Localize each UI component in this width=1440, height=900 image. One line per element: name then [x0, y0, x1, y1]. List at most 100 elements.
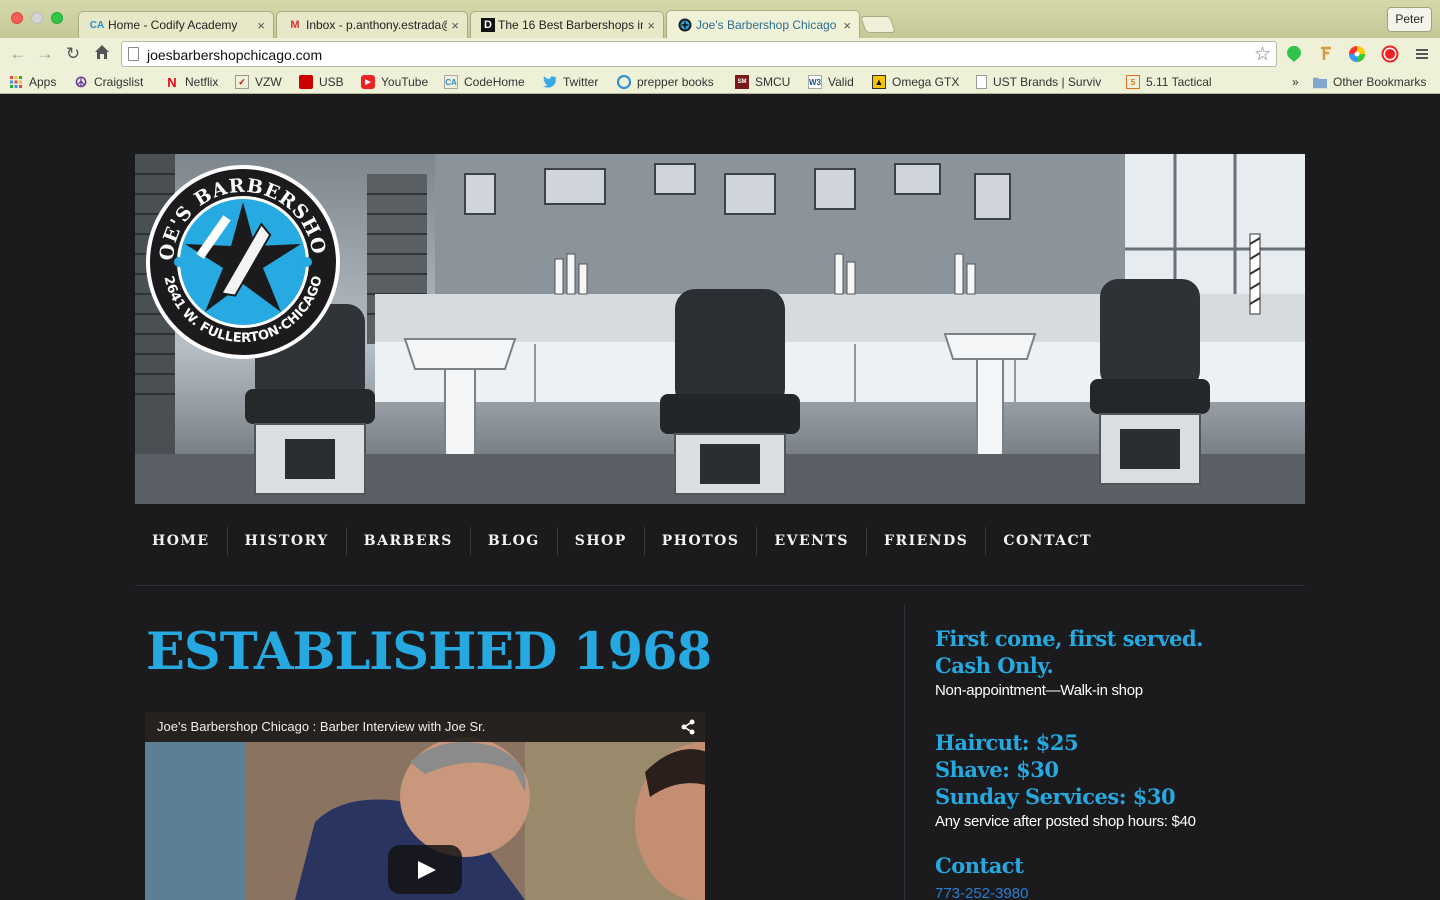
column-divider — [904, 605, 905, 900]
bookmark-omega-gtx[interactable]: ▲ Omega GTX — [872, 74, 959, 90]
bookmarks-overflow-chevron[interactable]: » — [1292, 74, 1299, 90]
adblock-extension-icon[interactable] — [1380, 44, 1400, 64]
bookmark-prepper-books[interactable]: prepper books — [617, 74, 714, 90]
bookmark-label: Netflix — [185, 75, 219, 89]
tab-codify-academy[interactable]: CA Home - Codify Academy × — [78, 11, 274, 38]
bookmark-smcu[interactable]: SM SMCU — [735, 74, 790, 90]
phone-link[interactable]: 773-252-3980 — [935, 885, 1295, 900]
browser-toolbar: ← → ↻ joesbarbershopchicago.com ☆ — [0, 38, 1440, 70]
bookmark-511-tactical[interactable]: 5 5.11 Tactical — [1126, 74, 1212, 90]
peace-icon: ☮ — [74, 73, 88, 90]
other-bookmarks-folder[interactable]: Other Bookmarks — [1313, 74, 1426, 90]
w3-icon: W3 — [808, 75, 822, 89]
tab-close-icon[interactable]: × — [647, 18, 655, 33]
share-icon[interactable] — [679, 718, 697, 736]
bookmark-usb[interactable]: USB — [299, 74, 344, 90]
policy-note: Non-appointment—Walk-in shop — [935, 682, 1143, 699]
bookmark-label: prepper books — [637, 75, 714, 89]
joes-favicon-icon — [677, 18, 693, 32]
reload-icon[interactable]: ↻ — [63, 44, 83, 64]
tab-joes-barbershop[interactable]: Joe's Barbershop Chicago × — [666, 10, 860, 39]
tab-best-barbershops[interactable]: D The 16 Best Barbershops in × — [470, 11, 664, 38]
home-icon[interactable] — [92, 44, 112, 64]
page-content: JOE'S BARBERSHOP 2641 W. FULLERTON·CHICA… — [0, 95, 1440, 900]
page-icon — [128, 47, 139, 61]
tab-close-icon[interactable]: × — [451, 18, 459, 33]
forward-arrow-icon[interactable]: → — [35, 44, 55, 64]
policy-cash-only: Cash Only. — [935, 653, 1054, 678]
bookmark-twitter[interactable]: Twitter — [543, 74, 598, 90]
omega-icon: ▲ — [872, 75, 886, 89]
apps-grid-icon — [9, 75, 23, 89]
bookmark-label: UST Brands | Surviv — [993, 75, 1102, 89]
bookmark-label: CodeHome — [464, 75, 525, 89]
bookmark-label: 5.11 Tactical — [1146, 75, 1212, 89]
nav-contact[interactable]: CONTACT — [986, 527, 1109, 555]
minimize-window-button[interactable] — [31, 12, 43, 24]
after-hours-price: Any service after posted shop hours: $40 — [935, 813, 1196, 830]
bookmark-label: Valid — [828, 75, 854, 89]
chrome-menu-icon[interactable] — [1412, 44, 1432, 64]
contact-heading: Contact — [935, 853, 1024, 878]
sidebar-info: First come, first served. Cash Only. Non… — [935, 625, 1295, 900]
bookmark-youtube[interactable]: ▶ YouTube — [361, 74, 428, 90]
back-arrow-icon[interactable]: ← — [8, 44, 28, 64]
profile-button[interactable]: Peter — [1387, 7, 1432, 32]
video-player[interactable]: Joe's Barbershop Chicago : Barber Interv… — [145, 712, 705, 900]
play-button[interactable] — [388, 845, 462, 894]
codify-favicon-icon: CA — [89, 19, 105, 31]
new-tab-button[interactable] — [859, 16, 897, 33]
d-favicon-icon: D — [481, 18, 495, 32]
joes-barbershop-logo[interactable]: JOE'S BARBERSHOP 2641 W. FULLERTON·CHICA… — [137, 154, 341, 360]
nav-divider — [135, 585, 1305, 586]
tab-label: Home - Codify Academy — [108, 18, 238, 32]
tab-gmail-inbox[interactable]: M Inbox - p.anthony.estrada@ × — [276, 11, 468, 38]
video-title[interactable]: Joe's Barbershop Chicago : Barber Interv… — [145, 712, 705, 742]
nav-shop[interactable]: SHOP — [558, 527, 645, 555]
maximize-window-button[interactable] — [51, 12, 63, 24]
nav-friends[interactable]: FRIENDS — [867, 527, 987, 555]
price-haircut: Haircut: $25 — [935, 730, 1079, 755]
bookmark-vzw[interactable]: ✓ VZW — [235, 74, 282, 90]
bookmark-label: SMCU — [755, 75, 791, 89]
netflix-icon: N — [167, 74, 177, 90]
gmail-favicon-icon: M — [290, 19, 300, 31]
pin-extension-icon[interactable] — [1316, 44, 1336, 64]
bookmark-label: YouTube — [381, 75, 429, 89]
usb-icon — [299, 75, 313, 89]
tactical-icon: 5 — [1126, 75, 1140, 89]
evernote-extension-icon[interactable] — [1284, 44, 1304, 64]
bookmark-valid[interactable]: W3 Valid — [808, 74, 854, 90]
bookmark-ust-brands[interactable]: UST Brands | Surviv — [976, 74, 1101, 90]
nav-barbers[interactable]: BARBERS — [347, 527, 471, 555]
twitter-icon — [543, 75, 557, 89]
close-window-button[interactable] — [11, 12, 23, 24]
nav-blog[interactable]: BLOG — [471, 527, 558, 555]
color-wheel-extension-icon[interactable] — [1347, 44, 1367, 64]
nav-events[interactable]: EVENTS — [757, 527, 867, 555]
bookmark-craigslist[interactable]: ☮ Craigslist — [74, 73, 144, 90]
tab-label: Inbox - p.anthony.estrada@ — [306, 18, 448, 32]
url-text[interactable]: joesbarbershopchicago.com — [147, 47, 322, 63]
nav-home[interactable]: HOME — [135, 527, 228, 555]
bookmark-apps[interactable]: Apps — [9, 74, 56, 90]
vzw-icon: ✓ — [235, 75, 249, 89]
bookmark-star-icon[interactable]: ☆ — [1254, 43, 1271, 66]
bookmark-label: VZW — [255, 75, 282, 89]
nav-photos[interactable]: PHOTOS — [645, 527, 758, 555]
main-navigation: HOME HISTORY BARBERS BLOG SHOP PHOTOS EV… — [135, 521, 1305, 561]
tab-label: Joe's Barbershop Chicago — [696, 18, 837, 32]
codify-icon: CA — [444, 75, 458, 89]
tab-label: The 16 Best Barbershops in — [498, 18, 644, 32]
tab-close-icon[interactable]: × — [843, 18, 851, 33]
smcu-icon: SM — [735, 75, 749, 89]
nav-history[interactable]: HISTORY — [228, 527, 347, 555]
tab-close-icon[interactable]: × — [257, 18, 265, 33]
bookmark-netflix[interactable]: N Netflix — [165, 74, 218, 90]
page-icon — [976, 75, 987, 89]
hero-banner-image: JOE'S BARBERSHOP 2641 W. FULLERTON·CHICA… — [135, 154, 1305, 504]
address-bar[interactable]: joesbarbershopchicago.com ☆ — [121, 41, 1277, 67]
price-sunday: Sunday Services: $30 — [935, 784, 1176, 809]
bookmark-codehome[interactable]: CA CodeHome — [444, 74, 525, 90]
